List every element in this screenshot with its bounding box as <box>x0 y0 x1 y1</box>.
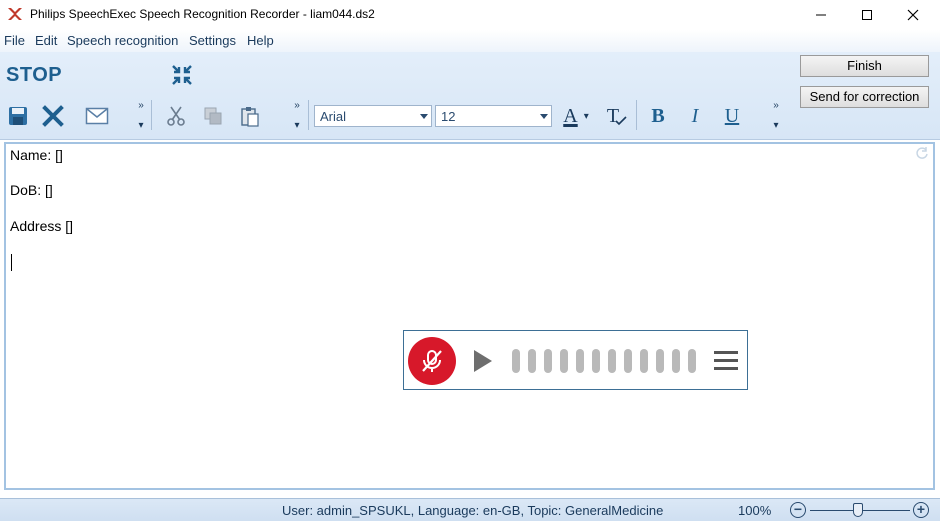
zoom-out-button[interactable]: − <box>790 502 806 518</box>
level-meter-bar <box>624 349 632 373</box>
zoom-slider-thumb[interactable] <box>853 503 863 517</box>
close-icon <box>907 9 919 21</box>
level-meter <box>512 349 696 373</box>
x-icon <box>42 105 64 127</box>
refresh-icon[interactable] <box>915 146 929 160</box>
cut-button[interactable] <box>161 101 191 131</box>
save-button[interactable] <box>3 101 33 131</box>
cancel-button[interactable] <box>38 101 68 131</box>
menu-speech-recognition[interactable]: Speech recognition <box>67 33 178 48</box>
app-logo-icon <box>8 8 22 20</box>
font-color-button[interactable]: A ▾ <box>556 101 596 131</box>
underline-button[interactable]: U <box>719 103 745 129</box>
hamburger-menu-icon[interactable] <box>714 351 738 371</box>
window-title: Philips SpeechExec Speech Recognition Re… <box>30 7 375 21</box>
bold-button[interactable]: B <box>645 103 671 129</box>
status-bar: User: admin_SPSUKL, Language: en-GB, Top… <box>0 498 940 521</box>
recorder-widget <box>403 330 748 390</box>
zoom-in-button[interactable]: + <box>913 502 929 518</box>
toolbar-separator <box>151 100 152 130</box>
play-icon[interactable] <box>474 350 492 372</box>
chevron-down-icon <box>420 114 428 119</box>
toolbar-separator <box>308 100 309 130</box>
stop-button[interactable]: STOP <box>6 64 62 87</box>
menu-help[interactable]: Help <box>247 33 274 48</box>
send-for-correction-button[interactable]: Send for correction <box>800 86 929 108</box>
maximize-button[interactable] <box>844 0 890 30</box>
compress-icon[interactable] <box>170 63 194 87</box>
minimize-icon <box>816 14 826 16</box>
editor-line-name[interactable]: Name: [] <box>10 147 63 163</box>
level-meter-bar <box>656 349 664 373</box>
menu-edit[interactable]: Edit <box>35 33 57 48</box>
menu-file[interactable]: File <box>4 33 25 48</box>
maximize-icon <box>862 10 872 20</box>
chevron-down-icon <box>540 114 548 119</box>
level-meter-bar <box>592 349 600 373</box>
finish-button[interactable]: Finish <box>800 55 929 77</box>
overflow-chevron-icon: » <box>138 100 144 111</box>
level-meter-bar <box>688 349 696 373</box>
scissors-icon <box>167 106 185 126</box>
level-meter-bar <box>544 349 552 373</box>
toolbar-overflow-3[interactable]: » ▾ <box>770 101 782 131</box>
envelope-icon <box>85 107 109 125</box>
email-button[interactable] <box>82 101 112 131</box>
level-meter-bar <box>672 349 680 373</box>
dropdown-arrow-icon: ▾ <box>773 120 779 131</box>
toolbar-overflow-2[interactable]: » ▾ <box>291 101 303 131</box>
dropdown-arrow-icon: ▾ <box>583 110 589 122</box>
level-meter-bar <box>576 349 584 373</box>
save-icon <box>9 107 27 125</box>
editor-line-address[interactable]: Address [] <box>10 218 73 234</box>
italic-button[interactable]: I <box>682 103 708 129</box>
minimize-button[interactable] <box>798 0 844 30</box>
title-bar: Philips SpeechExec Speech Recognition Re… <box>0 0 940 30</box>
zoom-level: 100% <box>738 503 772 518</box>
overflow-chevron-icon: » <box>294 100 300 111</box>
close-button[interactable] <box>890 0 936 30</box>
checkmark-icon <box>615 116 627 126</box>
level-meter-bar <box>560 349 568 373</box>
document-editor[interactable]: Name: [] DoB: [] Address [] <box>4 142 935 490</box>
font-color-icon: A <box>563 104 578 127</box>
toolbar-separator <box>636 100 637 130</box>
font-name-value: Arial <box>320 109 347 124</box>
dropdown-arrow-icon: ▾ <box>138 120 144 131</box>
overflow-chevron-icon: » <box>773 100 779 111</box>
dropdown-arrow-icon: ▾ <box>294 120 300 131</box>
font-size-select[interactable]: 12 <box>435 105 552 127</box>
clear-formatting-button[interactable]: T <box>602 101 632 131</box>
level-meter-bar <box>512 349 520 373</box>
font-size-value: 12 <box>441 109 456 124</box>
level-meter-bar <box>608 349 616 373</box>
record-button[interactable] <box>408 337 456 385</box>
editor-line-dob[interactable]: DoB: [] <box>10 182 53 198</box>
level-meter-bar <box>528 349 536 373</box>
menu-bar: File Edit Speech recognition Settings He… <box>0 30 940 52</box>
microphone-off-icon <box>422 350 442 372</box>
level-meter-bar <box>640 349 648 373</box>
font-name-select[interactable]: Arial <box>314 105 432 127</box>
copy-icon <box>204 107 222 125</box>
menu-settings[interactable]: Settings <box>189 33 236 48</box>
copy-button[interactable] <box>198 101 228 131</box>
toolbar-overflow-1[interactable]: » ▾ <box>135 101 147 131</box>
text-caret <box>11 254 12 271</box>
status-info: User: admin_SPSUKL, Language: en-GB, Top… <box>282 503 664 518</box>
paste-button[interactable] <box>235 101 265 131</box>
clipboard-icon <box>241 107 259 127</box>
